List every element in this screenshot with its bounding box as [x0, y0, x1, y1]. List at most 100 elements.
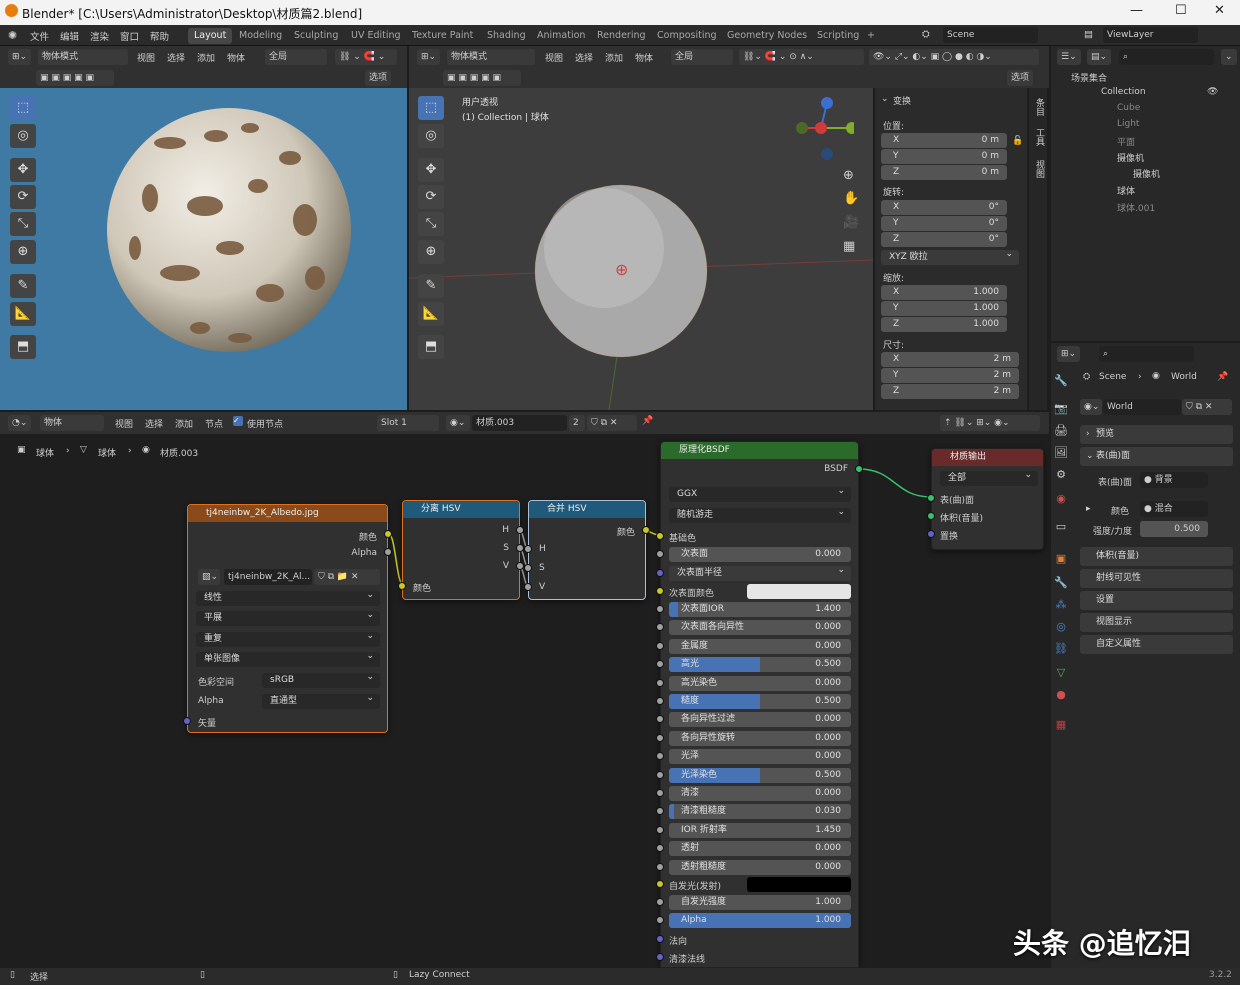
bsdf-slider-socket-15[interactable] — [656, 862, 664, 871]
node-menu-add[interactable]: 添加 — [175, 417, 193, 430]
scale-y-field[interactable]: Y 1.000 — [881, 301, 1007, 316]
emission-strength-socket[interactable] — [656, 898, 664, 906]
world-datablock-buttons[interactable]: ⛉ ⧉ ✕ — [1182, 399, 1232, 415]
bsdf-slider-socket-7[interactable] — [656, 715, 664, 724]
add-workspace-button[interactable]: + — [861, 28, 881, 44]
separate-hsv-title[interactable]: 分离 HSV — [403, 501, 519, 518]
node-editor-view-buttons[interactable]: ⇡ ⛓⌄ ⊞⌄ ◉⌄ — [940, 415, 1040, 431]
bsdf-slider-8[interactable]: 各向异性旋转 0.000 — [669, 730, 851, 746]
constraints-tab-icon[interactable]: ⛓ — [1051, 642, 1071, 655]
bsdf-slider-socket-6[interactable] — [656, 697, 664, 705]
collection-row[interactable]: Collection — [1101, 87, 1146, 97]
menu-edit[interactable]: 编辑 — [60, 29, 79, 43]
source-dropdown[interactable]: 单张图像 — [196, 649, 380, 667]
right-mode-dropdown[interactable]: 物体模式 — [447, 49, 535, 65]
viewport-shading-buttons[interactable]: 👁⌄ ⤢⌄ ◐⌄ ▣ ◯ ● ◐ ◑⌄ — [869, 49, 1039, 65]
custom-properties-panel[interactable]: 自定义属性 — [1080, 635, 1233, 654]
particles-tab-icon[interactable]: ⁂ — [1051, 598, 1071, 611]
emission-input-socket[interactable] — [656, 880, 664, 888]
world-name-field[interactable]: World — [1103, 399, 1181, 415]
tab-texture-paint[interactable]: Texture Paint — [406, 28, 479, 44]
bsdf-slider-socket-8[interactable] — [656, 733, 664, 742]
cursor-tool-right[interactable]: ◎ — [418, 124, 444, 148]
outliner-item-light[interactable]: Light — [1117, 119, 1139, 129]
tab-scripting[interactable]: Scripting — [811, 28, 865, 44]
subsurface-method-dropdown[interactable]: 随机游走 — [669, 505, 851, 523]
rotate-tool-right[interactable]: ⟳ — [418, 185, 444, 209]
physics-tab-icon[interactable]: ◎ — [1051, 620, 1071, 633]
separate-hsv-node[interactable]: 分离 HSV H S V 颜色 — [398, 500, 524, 600]
subsurface-radius-dropdown[interactable]: 次表面半径 — [669, 563, 851, 581]
image-alpha-output-socket[interactable] — [384, 548, 392, 556]
tab-shading[interactable]: Shading — [481, 28, 532, 44]
subsurface-color-socket[interactable] — [656, 587, 664, 595]
add-cube-tool-right[interactable]: ⬒ — [418, 335, 444, 359]
interpolation-dropdown[interactable]: 线性 — [196, 588, 380, 606]
sep-color-input-socket[interactable] — [398, 582, 406, 590]
data-tab-icon[interactable]: ▽ — [1051, 666, 1071, 679]
measure-tool-right[interactable]: 📐 — [418, 302, 444, 326]
select-box-tool[interactable]: ⬚ — [10, 96, 36, 120]
bsdf-slider-2[interactable]: 次表面各向异性 0.000 — [669, 620, 851, 636]
location-x-field[interactable]: X0 m — [881, 133, 1007, 148]
dimension-y-field[interactable]: Y2 m — [881, 368, 1019, 383]
bsdf-slider-socket-10[interactable] — [656, 770, 664, 779]
menu-help[interactable]: 帮助 — [150, 29, 169, 43]
output-volume-socket[interactable] — [927, 512, 935, 520]
bsdf-slider-3[interactable]: 金属度 0.000 — [669, 638, 851, 654]
normal-input-socket[interactable] — [656, 935, 664, 943]
left-menu-select[interactable]: 选择 — [167, 51, 185, 64]
comb-color-output-socket[interactable] — [642, 526, 650, 534]
sep-v-output-socket[interactable] — [516, 562, 524, 570]
image-datablock-buttons[interactable]: ⛉ ⧉ 📁 ✕ — [314, 569, 380, 585]
transform-collapse-icon[interactable]: ⌄ — [881, 94, 889, 104]
bsdf-slider-socket-2[interactable] — [656, 623, 664, 632]
node-editor-type-button[interactable]: ◔⌄ — [8, 415, 32, 431]
lock-icon[interactable]: 🔓 — [1012, 136, 1023, 146]
bsdf-slider-socket-13[interactable] — [656, 825, 664, 834]
scene-collection-label[interactable]: 场景集合 — [1071, 71, 1107, 84]
pin-material-icon[interactable]: 📌 — [642, 416, 653, 426]
output-surface-socket[interactable] — [927, 494, 935, 502]
left-menu-add[interactable]: 添加 — [197, 51, 215, 64]
viewport-display-panel[interactable]: 视图显示 — [1080, 613, 1233, 632]
right-orientation-dropdown[interactable]: 全局 — [671, 49, 733, 65]
view-layer-tab-icon[interactable]: 🖼 — [1051, 446, 1071, 459]
move-tool-right[interactable]: ✥ — [418, 158, 444, 182]
add-cube-tool[interactable]: ⬒ — [10, 335, 36, 359]
annotate-tool[interactable]: ✎ — [10, 274, 36, 298]
emission-color-swatch[interactable] — [747, 877, 851, 892]
shader-type-dropdown[interactable]: 物体 — [40, 415, 104, 431]
properties-search-input[interactable]: ⌕ — [1099, 346, 1194, 362]
rotation-z-field[interactable]: Z 0° — [881, 232, 1007, 247]
properties-editor-type[interactable]: ⊞⌄ — [1057, 346, 1081, 362]
node-menu-view[interactable]: 视图 — [115, 417, 133, 430]
bsdf-slider-socket-4[interactable] — [656, 660, 664, 669]
distribution-dropdown[interactable]: GGX — [669, 484, 851, 502]
left-orientation-dropdown[interactable]: 全局 — [265, 49, 327, 65]
base-color-input-socket[interactable] — [656, 532, 664, 540]
image-name-field[interactable]: tj4neinbw_2K_Al... — [224, 569, 312, 585]
dimension-z-field[interactable]: Z2 m — [881, 384, 1019, 399]
ray-visibility-panel[interactable]: 射线可见性 — [1080, 569, 1233, 588]
right-menu-view[interactable]: 视图 — [545, 51, 563, 64]
world-browse-button[interactable]: ◉⌄ — [1080, 399, 1102, 415]
settings-panel[interactable]: 设置 — [1080, 591, 1233, 610]
outliner-item-plane[interactable]: 平面 — [1117, 135, 1135, 148]
output-tab-icon[interactable]: 🖨 — [1051, 424, 1071, 437]
rotation-mode-dropdown[interactable]: XYZ 欧拉 — [881, 247, 1019, 265]
pin-icon[interactable]: 📌 — [1217, 372, 1228, 382]
right-snap-proportional-buttons[interactable]: ⛓⌄ 🧲 ⌄ ⊙ ∧⌄ — [739, 49, 864, 65]
visibility-eye-icon[interactable]: 👁 — [1207, 87, 1218, 97]
navigation-gizmo[interactable] — [794, 94, 854, 164]
material-tab-icon[interactable]: ● — [1051, 688, 1071, 701]
right-options-button[interactable]: 选项 — [1007, 70, 1034, 86]
outliner-search-input[interactable]: ⌕ — [1119, 49, 1214, 65]
zoom-icon[interactable]: ⊕ — [843, 168, 854, 183]
bsdf-slider-socket-9[interactable] — [656, 752, 664, 761]
measure-tool[interactable]: 📐 — [10, 302, 36, 326]
texture-tab-icon[interactable]: ▦ — [1051, 718, 1071, 731]
outliner-item-cube[interactable]: Cube — [1117, 103, 1140, 113]
move-tool[interactable]: ✥ — [10, 158, 36, 182]
select-box-tool-right[interactable]: ⬚ — [418, 96, 444, 120]
